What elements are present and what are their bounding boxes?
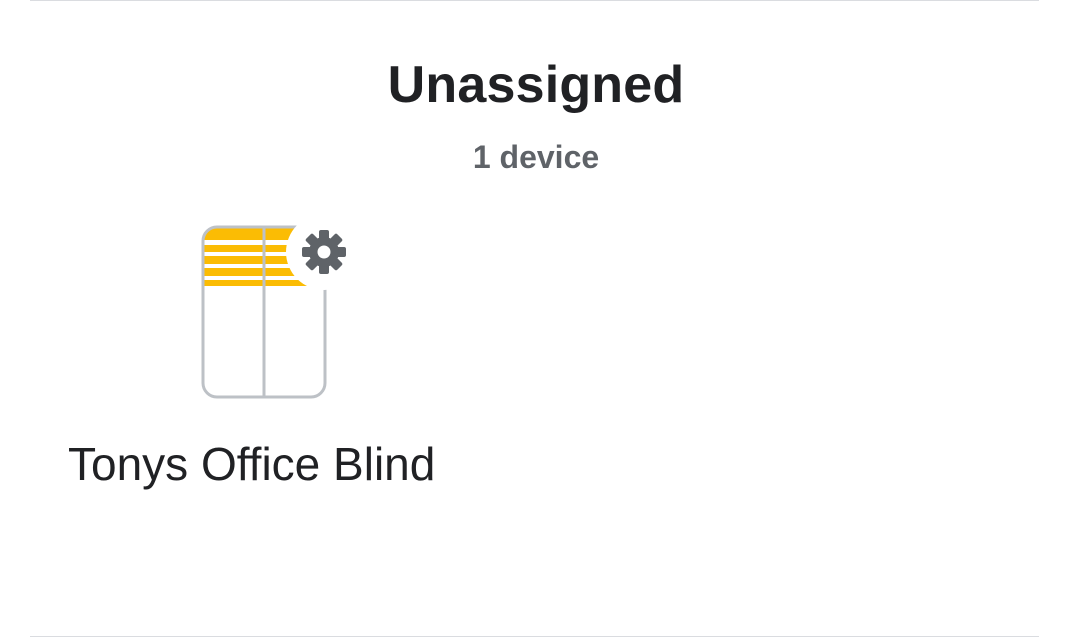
gear-icon (302, 230, 346, 274)
device-count: 1 device (472, 139, 600, 175)
unassigned-devices-page: Unassigned 1 device Tonys Office Blind (0, 0, 1072, 638)
section-title: Unassigned (387, 56, 685, 114)
top-divider (30, 0, 1039, 1)
window-blind-icon (200, 224, 350, 404)
bottom-divider (30, 636, 1039, 637)
device-tile[interactable]: Tonys Office Blind (50, 210, 480, 510)
device-name: Tonys Office Blind (68, 438, 436, 490)
